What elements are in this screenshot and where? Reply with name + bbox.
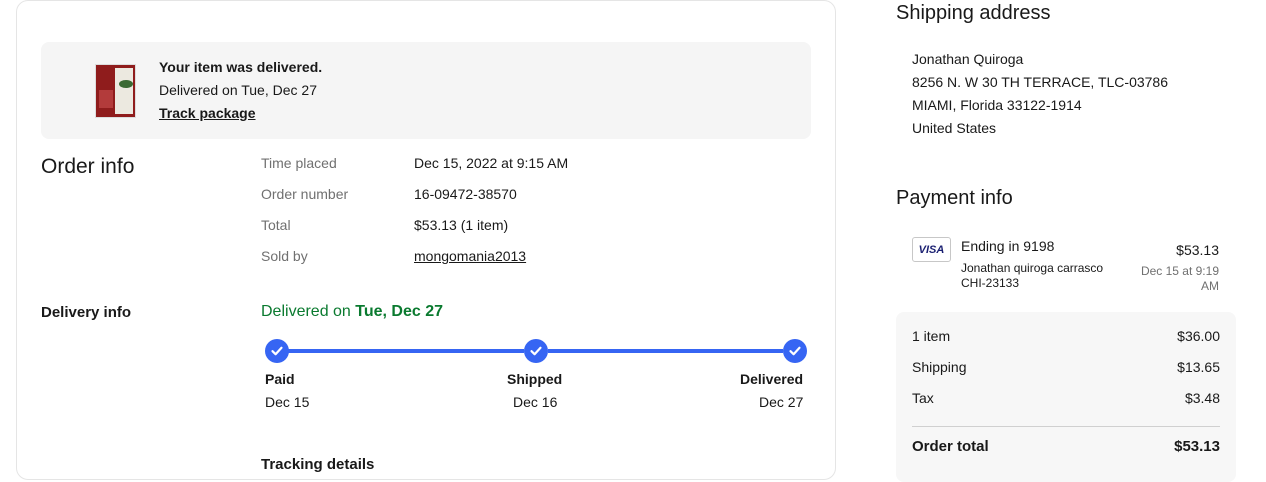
item-thumbnail[interactable] [95,64,136,118]
banner-delivery-date: Delivered on Tue, Dec 27 [159,82,317,98]
payment-amount: $53.13 [1176,242,1219,258]
step-shipped-date: Dec 16 [513,394,558,410]
delivery-status: Delivered on Tue, Dec 27 [261,303,443,321]
paid-check-icon [265,339,289,363]
shipped-check-icon [524,339,548,363]
delivery-banner [41,42,811,139]
summary-shipping-label: Shipping [912,359,967,375]
step-paid-label: Paid [265,371,295,387]
delivery-status-date: Tue, Dec 27 [355,303,444,320]
address-name: Jonathan Quiroga [912,51,1024,67]
time-placed-label: Time placed [261,155,337,171]
summary-divider [912,426,1220,427]
step-paid-date: Dec 15 [265,394,310,410]
sold-by-label: Sold by [261,248,308,264]
summary-row-shipping: Shipping $13.65 [912,359,1220,375]
visa-card-icon: VISA [912,237,951,262]
track-package-link[interactable]: Track package [159,105,256,121]
order-total-label: Order total [912,438,989,455]
order-number-label: Order number [261,186,349,202]
summary-items-label: 1 item [912,328,951,344]
card-ending: Ending in 9198 [961,238,1055,254]
address-street: 8256 N. W 30 TH TERRACE, TLC-03786 [912,74,1168,90]
progress-line-shipped-delivered [548,349,783,353]
seller-link[interactable]: mongomania2013 [414,248,526,264]
summary-tax-value: $3.48 [1184,390,1220,406]
address-city: MIAMI, Florida 33122-1914 [912,97,1082,113]
delivery-info-title: Delivery info [41,304,132,321]
delivered-check-icon [783,339,807,363]
payment-datetime-line1: Dec 15 at 9:19 [1140,264,1219,278]
order-number-value: 16-09472-38570 [414,186,517,202]
total-value: $53.13 (1 item) [414,217,509,233]
order-total-value: $53.13 [1174,438,1220,455]
time-placed-value: Dec 15, 2022 at 9:15 AM [414,155,569,171]
address-country: United States [912,120,997,136]
delivery-status-prefix: Delivered on [261,303,356,320]
step-delivered-label: Delivered [740,371,804,387]
summary-tax-label: Tax [912,390,934,406]
summary-row-total: Order total $53.13 [912,438,1220,455]
step-shipped-label: Shipped [507,371,563,387]
payment-info-title: Payment info [896,187,1013,209]
banner-title: Your item was delivered. [159,59,323,75]
card-code: CHI-23133 [961,276,1020,290]
summary-items-value: $36.00 [1177,328,1220,344]
card-holder: Jonathan quiroga carrasco [961,261,1104,275]
order-info-title: Order info [41,155,135,178]
summary-shipping-value: $13.65 [1177,359,1220,375]
payment-datetime-line2: AM [1201,279,1219,293]
total-label: Total [261,217,291,233]
progress-line-paid-shipped [288,349,524,353]
payment-datetime: Dec 15 at 9:19 AM [1141,264,1219,294]
step-delivered-date: Dec 27 [759,394,804,410]
summary-row-tax: Tax $3.48 [912,390,1220,406]
shipping-address-title: Shipping address [896,2,1051,24]
summary-row-items: 1 item $36.00 [912,328,1220,344]
